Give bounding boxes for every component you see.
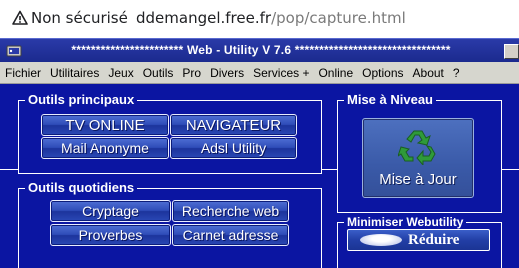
- divider-line-right: [501, 169, 519, 170]
- cryptage-button[interactable]: Cryptage: [50, 200, 171, 222]
- reduire-button[interactable]: Réduire: [347, 229, 490, 251]
- menu-online[interactable]: Online: [318, 66, 353, 80]
- menu-fichier[interactable]: Fichier: [5, 66, 41, 80]
- group-title-quotidiens: Outils quotidiens: [25, 180, 138, 196]
- reduire-label: Réduire: [408, 232, 460, 248]
- url-text[interactable]: ddemangel.free.fr/pop/capture.html: [136, 9, 406, 27]
- group-title-mise-a-niveau: Mise à Niveau: [344, 92, 436, 108]
- url-host: ddemangel.free.fr: [136, 9, 272, 27]
- group-title-minimiser: Minimiser Webutility: [344, 214, 467, 230]
- menu-utilitaires[interactable]: Utilitaires: [50, 66, 99, 80]
- navigateur-button[interactable]: NAVIGATEUR: [170, 114, 297, 136]
- warning-triangle-icon[interactable]: [12, 10, 28, 26]
- window-control-button[interactable]: [504, 44, 519, 59]
- oval-icon: [360, 234, 402, 246]
- mise-a-jour-button[interactable]: Mise à Jour: [362, 118, 474, 198]
- group-outils-principaux: Outils principaux TV ONLINE NAVIGATEUR M…: [18, 92, 322, 174]
- adsl-utility-button[interactable]: Adsl Utility: [170, 137, 297, 159]
- menu-services[interactable]: Services +: [253, 66, 309, 80]
- divider-line-middle: [321, 169, 337, 170]
- menu-jeux[interactable]: Jeux: [108, 66, 133, 80]
- url-path: /pop/capture.html: [271, 9, 406, 27]
- recycle-icon: [398, 127, 438, 165]
- group-mise-a-niveau: Mise à Niveau Mise à Jour: [337, 92, 502, 213]
- divider-line-left: [0, 169, 18, 170]
- security-label[interactable]: Non sécurisé: [31, 9, 128, 27]
- menu-outils[interactable]: Outils: [143, 66, 174, 80]
- mail-anonyme-button[interactable]: Mail Anonyme: [41, 137, 169, 159]
- menu-bar: Fichier Utilitaires Jeux Outils Pro Dive…: [0, 62, 519, 84]
- menu-pro[interactable]: Pro: [182, 66, 201, 80]
- group-outils-quotidiens: Outils quotidiens Cryptage Recherche web…: [18, 180, 322, 268]
- tv-online-button[interactable]: TV ONLINE: [41, 114, 169, 136]
- mise-a-jour-label: Mise à Jour: [379, 171, 457, 188]
- menu-divers[interactable]: Divers: [210, 66, 244, 80]
- group-minimiser: Minimiser Webutility Réduire: [337, 214, 502, 268]
- menu-options[interactable]: Options: [362, 66, 403, 80]
- browser-address-bar: Non sécurisé ddemangel.free.fr/pop/captu…: [0, 0, 519, 38]
- proverbes-button[interactable]: Proverbes: [50, 224, 171, 246]
- app-window: *********************** Web - Utility V …: [0, 38, 519, 268]
- window-title: *********************** Web - Utility V …: [71, 43, 451, 57]
- title-bar[interactable]: *********************** Web - Utility V …: [0, 38, 519, 62]
- recherche-web-button[interactable]: Recherche web: [172, 200, 289, 222]
- group-title-principaux: Outils principaux: [25, 92, 138, 108]
- menu-help[interactable]: ?: [453, 66, 460, 80]
- main-panel: Outils principaux TV ONLINE NAVIGATEUR M…: [0, 84, 519, 268]
- carnet-adresse-button[interactable]: Carnet adresse: [172, 224, 289, 246]
- menu-about[interactable]: About: [413, 66, 444, 80]
- app-icon: [6, 43, 22, 59]
